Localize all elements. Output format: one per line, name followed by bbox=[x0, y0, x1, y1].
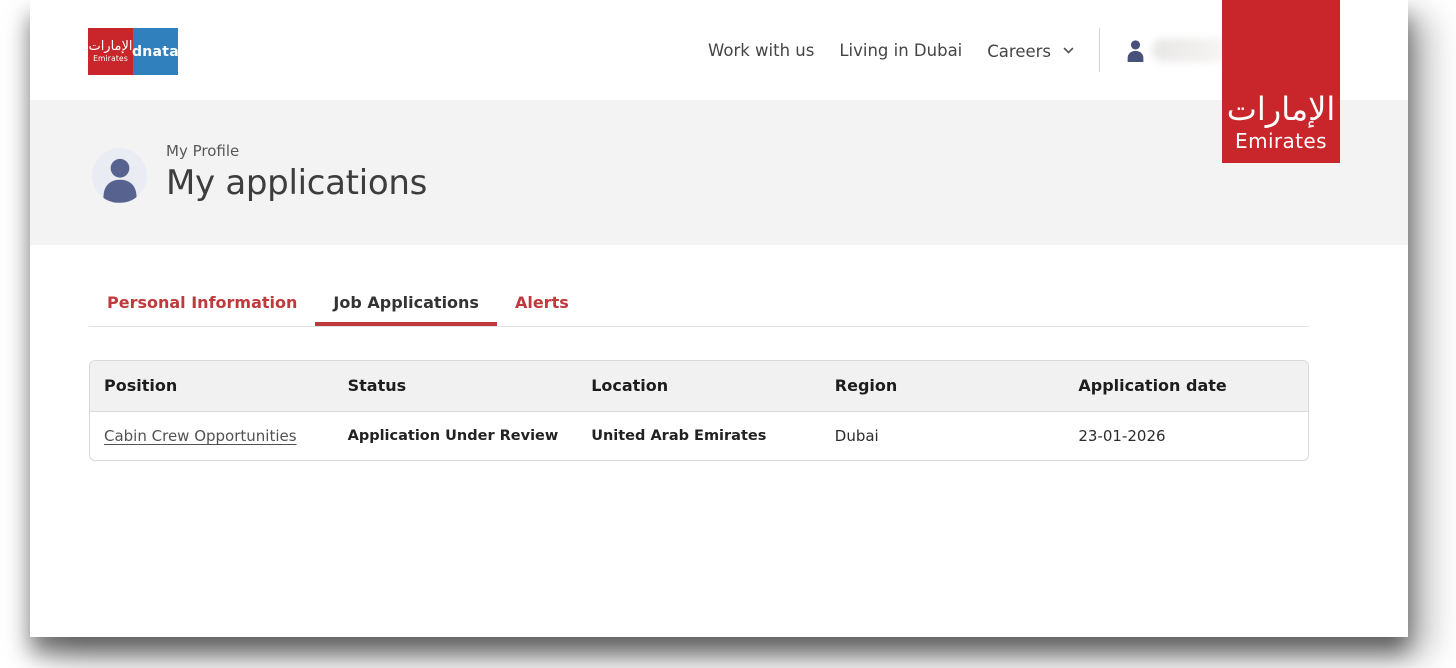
nav-item-living-in-dubai[interactable]: Living in Dubai bbox=[839, 41, 962, 60]
top-bar: الإمارات Emirates dnata Work with us Liv… bbox=[30, 0, 1408, 100]
person-silhouette-icon bbox=[97, 155, 143, 203]
emirates-calligraphy-icon: الإمارات bbox=[88, 40, 132, 54]
nav-divider bbox=[1099, 28, 1100, 72]
tab-label: Job Applications bbox=[333, 293, 479, 312]
applications-table: Position Status Location Region Applicat… bbox=[89, 360, 1309, 461]
column-header-position: Position bbox=[90, 361, 334, 411]
nav-item-label: Living in Dubai bbox=[839, 41, 962, 60]
position-link[interactable]: Cabin Crew Opportunities bbox=[104, 427, 297, 445]
status-cell: Application Under Review bbox=[334, 411, 578, 460]
tab-personal-information[interactable]: Personal Information bbox=[89, 293, 315, 326]
avatar bbox=[92, 148, 147, 203]
breadcrumb-my-profile: My Profile bbox=[166, 142, 427, 160]
page-title: My applications bbox=[166, 163, 427, 203]
nav-item-work-with-us[interactable]: Work with us bbox=[708, 41, 814, 60]
tab-bar: Personal Information Job Applications Al… bbox=[89, 293, 1309, 327]
column-header-region: Region bbox=[821, 361, 1065, 411]
main-nav: Work with us Living in Dubai Careers bbox=[708, 0, 1236, 100]
location-cell: United Arab Emirates bbox=[577, 411, 821, 460]
column-header-location: Location bbox=[577, 361, 821, 411]
emirates-calligraphy-icon: الإمارات bbox=[1227, 91, 1336, 127]
tab-alerts[interactable]: Alerts bbox=[497, 293, 587, 326]
application-date-cell: 23-01-2026 bbox=[1064, 411, 1308, 460]
nav-item-label: Careers bbox=[987, 42, 1051, 61]
user-account-menu[interactable] bbox=[1125, 38, 1236, 62]
tab-label: Alerts bbox=[515, 293, 569, 312]
page-title-group: My Profile My applications bbox=[166, 142, 427, 203]
column-header-application-date: Application date bbox=[1064, 361, 1308, 411]
profile-header-band: My Profile My applications bbox=[30, 100, 1408, 245]
table-row: Cabin Crew Opportunities Application Und… bbox=[90, 411, 1308, 460]
region-cell: Dubai bbox=[821, 411, 1065, 460]
page-window: الإمارات Emirates dnata Work with us Liv… bbox=[30, 0, 1408, 637]
tab-job-applications[interactable]: Job Applications bbox=[315, 293, 497, 326]
chevron-down-icon bbox=[1063, 40, 1074, 59]
dnata-logo-label: dnata bbox=[132, 44, 179, 60]
table-header-row: Position Status Location Region Applicat… bbox=[90, 361, 1308, 411]
column-header-status: Status bbox=[334, 361, 578, 411]
main-content: Personal Information Job Applications Al… bbox=[89, 293, 1309, 461]
emirates-wordmark: Emirates bbox=[1235, 129, 1327, 153]
tab-label: Personal Information bbox=[107, 293, 297, 312]
emirates-logo[interactable]: الإمارات Emirates bbox=[88, 28, 133, 75]
user-icon bbox=[1125, 39, 1146, 62]
brand-logo-group: الإمارات Emirates dnata bbox=[88, 28, 178, 75]
dnata-logo[interactable]: dnata bbox=[133, 28, 178, 75]
nav-item-careers[interactable]: Careers bbox=[987, 40, 1074, 61]
nav-item-label: Work with us bbox=[708, 41, 814, 60]
emirates-logo-label: Emirates bbox=[93, 54, 128, 63]
emirates-ribbon-banner: الإمارات Emirates bbox=[1222, 0, 1340, 163]
